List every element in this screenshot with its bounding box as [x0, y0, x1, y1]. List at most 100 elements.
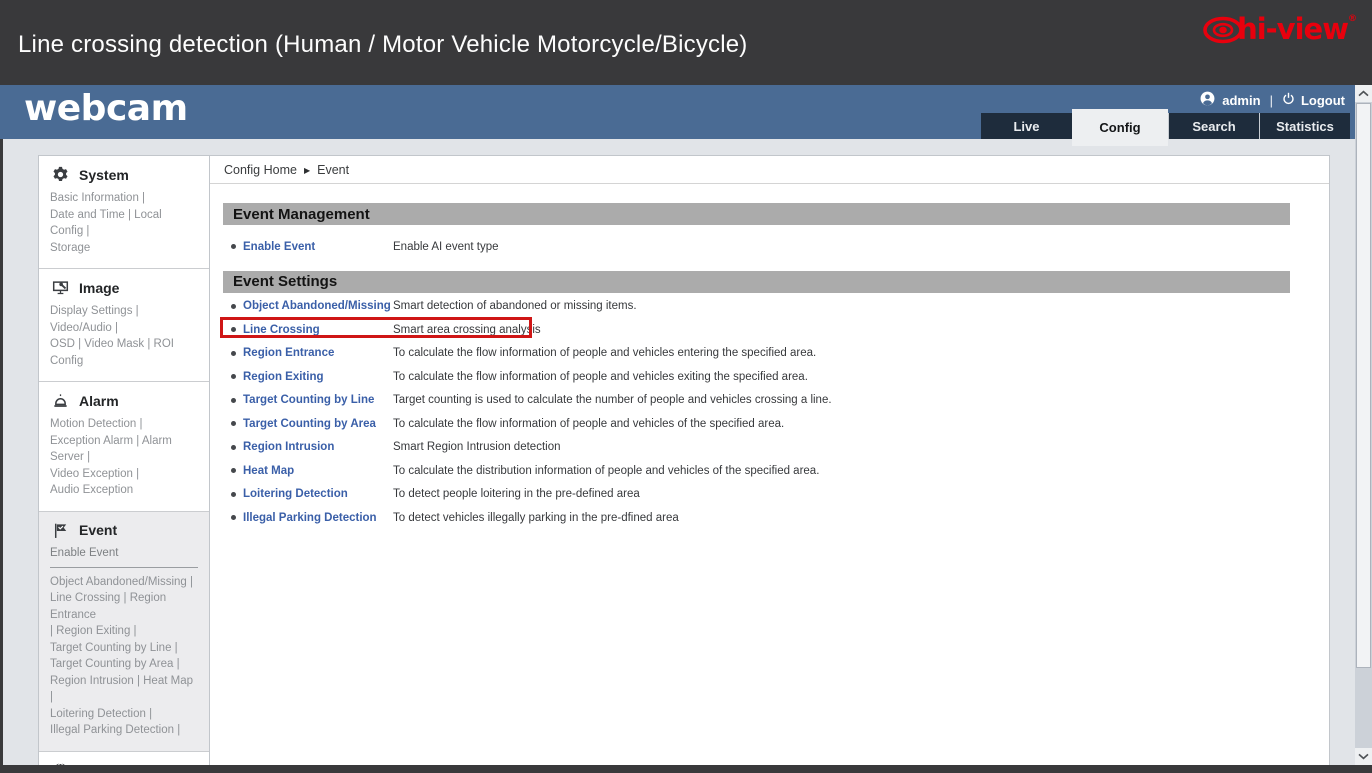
hiview-logo-text: hi-view® [1237, 14, 1356, 44]
bullet-icon [231, 492, 236, 497]
event-row-description: To calculate the flow information of peo… [393, 347, 816, 359]
bullet-icon [231, 515, 236, 520]
page-background: System Basic Information |Date and Time … [3, 139, 1355, 765]
tab-live[interactable]: Live [981, 113, 1072, 139]
sidebar-section-links: Enable Event Object Abandoned/Missing |Li… [50, 546, 198, 739]
event-row: Line Crossing Smart area crossing analys… [223, 318, 1290, 342]
event-row-label: Enable Event [231, 241, 393, 253]
gear-icon [52, 166, 69, 183]
event-link-target-counting-by-line[interactable]: Target Counting by Line [243, 394, 374, 406]
sidebar-section-header: Alarm [50, 392, 198, 409]
bullet-icon [231, 244, 236, 249]
sidebar-links-line[interactable]: Audio Exception [50, 482, 198, 499]
flag-icon [52, 522, 69, 539]
event-row-description: Target counting is used to calculate the… [393, 394, 832, 406]
sidebar-links-line[interactable]: | Region Exiting | [50, 623, 198, 640]
chevron-down-icon[interactable] [1355, 748, 1372, 765]
event-link-heat-map[interactable]: Heat Map [243, 465, 294, 477]
event-link-loitering-detection[interactable]: Loitering Detection [243, 488, 348, 500]
breadcrumb-arrow-icon: ▶ [304, 165, 310, 175]
bullet-icon [231, 398, 236, 403]
username-label: admin [1222, 93, 1260, 108]
siren-icon [52, 392, 69, 409]
user-divider: | [1268, 93, 1275, 108]
event-management-header: Event Management [223, 203, 1290, 225]
sidebar-links-line[interactable]: Region Intrusion | Heat Map | [50, 673, 198, 706]
sidebar-section-title: Network [79, 762, 134, 765]
sidebar-links-line[interactable]: Illegal Parking Detection | [50, 722, 198, 739]
sidebar-links-line[interactable]: Loitering Detection | [50, 706, 198, 723]
event-row: Region Entrance To calculate the flow in… [223, 342, 1290, 366]
event-row-description: To calculate the flow information of peo… [393, 418, 784, 430]
event-link-line-crossing[interactable]: Line Crossing [243, 324, 320, 336]
sidebar-section-links: Motion Detection |Exception Alarm | Alar… [50, 416, 198, 499]
sidebar-link-enable-event[interactable]: Enable Event [50, 546, 198, 568]
event-settings-rows: Object Abandoned/Missing Smart detection… [223, 295, 1290, 530]
main-panel: Config Home ▶ Event Event Management Ena… [209, 155, 1330, 765]
tab-search[interactable]: Search [1168, 113, 1259, 139]
event-link-illegal-parking-detection[interactable]: Illegal Parking Detection [243, 512, 377, 524]
sidebar-links-line[interactable]: Line Crossing | Region Entrance [50, 590, 198, 623]
sidebar-links-line[interactable]: Target Counting by Line | [50, 640, 198, 657]
globe-icon [52, 762, 69, 766]
event-row-description: Smart Region Intrusion detection [393, 441, 560, 453]
event-row-label: Object Abandoned/Missing [231, 300, 393, 312]
scrollbar-thumb[interactable] [1356, 103, 1371, 668]
sidebar-links-line[interactable]: Storage [50, 240, 198, 257]
sidebar-links-line[interactable]: OSD | Video Mask | ROI Config [50, 336, 198, 369]
event-row-label: Line Crossing [231, 324, 393, 336]
sidebar-links-line[interactable]: Object Abandoned/Missing | [50, 574, 198, 591]
event-row: Loitering Detection To detect people loi… [223, 483, 1290, 507]
event-row: Target Counting by Line Target counting … [223, 389, 1290, 413]
event-row-label: Region Intrusion [231, 441, 393, 453]
event-link-object-abandoned-missing[interactable]: Object Abandoned/Missing [243, 300, 391, 312]
sidebar-links-line[interactable]: Exception Alarm | Alarm Server | [50, 433, 198, 466]
webcam-logo: webcam [24, 88, 188, 129]
tab-config[interactable]: Config [1072, 109, 1168, 146]
sidebar-links-line[interactable]: Video Exception | [50, 466, 198, 483]
sidebar-links-line[interactable]: Motion Detection | [50, 416, 198, 433]
event-row-label: Loitering Detection [231, 488, 393, 500]
bullet-icon [231, 468, 236, 473]
nav-tabs: LiveConfigSearchStatistics [981, 109, 1350, 139]
event-row-description: Smart detection of abandoned or missing … [393, 300, 637, 312]
sidebar-section-title: System [79, 167, 129, 183]
config-sidebar: System Basic Information |Date and Time … [38, 155, 210, 765]
sidebar-section-image: Image Display Settings | Video/Audio |OS… [39, 269, 209, 382]
sidebar-links-line[interactable]: Basic Information | [50, 190, 198, 207]
registered-mark: ® [1348, 14, 1356, 24]
event-link-target-counting-by-area[interactable]: Target Counting by Area [243, 418, 376, 430]
event-row: Target Counting by Area To calculate the… [223, 412, 1290, 436]
sidebar-links-line[interactable]: Display Settings | Video/Audio | [50, 303, 198, 336]
event-row-description: Smart area crossing analysis [393, 324, 541, 336]
sidebar-section-header: Network [50, 762, 198, 766]
tab-statistics[interactable]: Statistics [1259, 113, 1350, 139]
slide-title-bar: Line crossing detection (Human / Motor V… [0, 0, 1372, 85]
breadcrumb: Config Home ▶ Event [210, 156, 1329, 184]
sidebar-links-line[interactable]: Target Counting by Area | [50, 656, 198, 673]
event-link-enable-event[interactable]: Enable Event [243, 241, 315, 253]
main-content: Event Management Enable Event Enable AI … [210, 184, 1329, 530]
page-title: Line crossing detection (Human / Motor V… [18, 31, 748, 59]
sidebar-section-links: Display Settings | Video/Audio |OSD | Vi… [50, 303, 198, 369]
sidebar-section-title: Image [79, 280, 119, 296]
event-row-description: To detect vehicles illegally parking in … [393, 512, 679, 524]
event-link-region-intrusion[interactable]: Region Intrusion [243, 441, 334, 453]
sidebar-section-title: Alarm [79, 393, 119, 409]
event-link-region-entrance[interactable]: Region Entrance [243, 347, 334, 359]
logout-button[interactable]: Logout [1282, 92, 1345, 108]
event-row-label: Target Counting by Line [231, 394, 393, 406]
event-link-region-exiting[interactable]: Region Exiting [243, 371, 324, 383]
bullet-icon [231, 421, 236, 426]
event-row-label: Region Entrance [231, 347, 393, 359]
event-row: Enable Event Enable AI event type [223, 235, 1290, 259]
sidebar-section-header: System [50, 166, 198, 183]
sidebar-links-line[interactable]: Date and Time | Local Config | [50, 207, 198, 240]
vertical-scrollbar[interactable] [1355, 85, 1372, 765]
breadcrumb-config-home[interactable]: Config Home [224, 163, 297, 177]
chevron-up-icon[interactable] [1355, 85, 1372, 102]
event-row: Region Exiting To calculate the flow inf… [223, 365, 1290, 389]
sidebar-section-header: Image [50, 279, 198, 296]
event-row-description: To detect people loitering in the pre-de… [393, 488, 640, 500]
sidebar-section-system: System Basic Information |Date and Time … [39, 156, 209, 269]
